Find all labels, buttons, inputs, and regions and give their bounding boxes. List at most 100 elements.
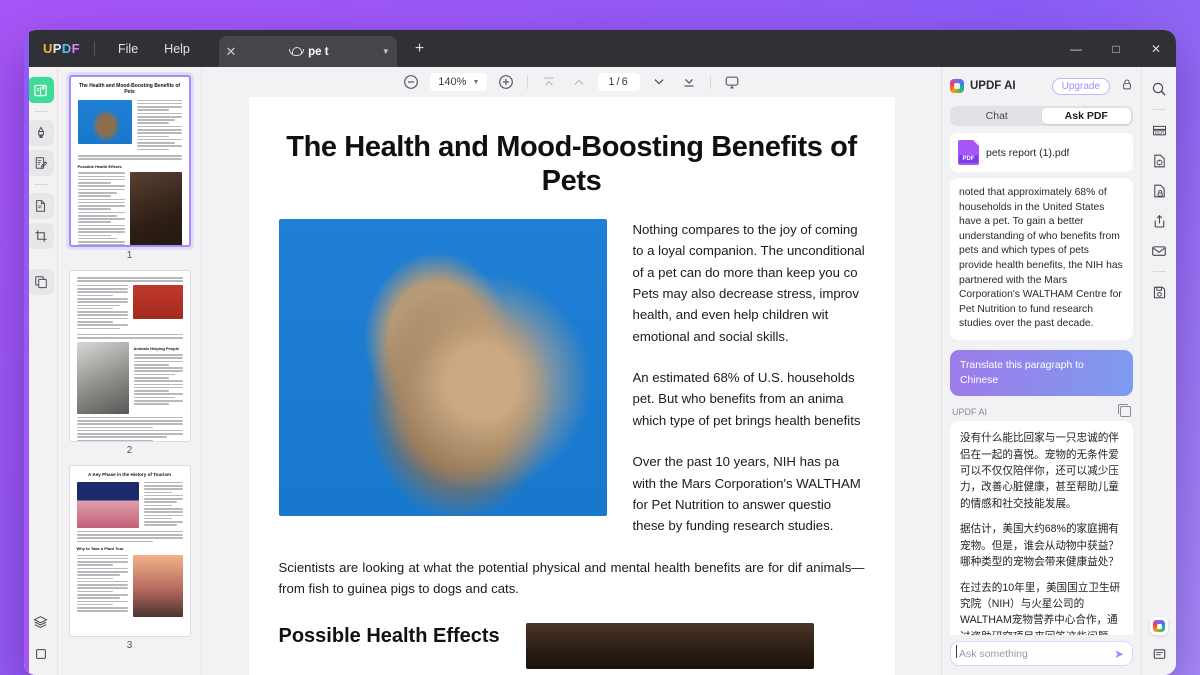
- mini-section: Why to Take a Plant Tour: [76, 546, 124, 552]
- answer-paragraph: 没有什么能比回家与一只忠诚的伴侣在一起的喜悦。宠物的无条件爱可以不仅仅陪伴你，还…: [960, 432, 1119, 510]
- tab-ask-pdf[interactable]: Ask PDF: [1041, 108, 1131, 124]
- sidebar-item-crop[interactable]: [27, 223, 54, 249]
- line: these by funding research studies.: [632, 518, 834, 534]
- sidebar-item-compare[interactable]: [27, 269, 54, 295]
- answer-paragraph: 据估计，美国大约68%的家庭拥有宠物。但是，谁会从动物中获益？哪种类型的宠物会带…: [960, 523, 1119, 569]
- copy-pages-icon: [34, 276, 47, 289]
- logo-u: U: [43, 41, 53, 56]
- divider: [709, 75, 711, 89]
- close-button[interactable]: ✕: [1136, 30, 1176, 67]
- thumbnail-panel[interactable]: The Health and Mood-Boosting Benefits of…: [58, 67, 202, 675]
- thumbnail-page-3[interactable]: A Key Phase in the History of Tourism Wh…: [68, 465, 191, 637]
- document-scroll-area[interactable]: The Health and Mood-Boosting Benefits of…: [202, 97, 941, 675]
- attached-file-card[interactable]: pets report (1).pdf: [950, 133, 1133, 172]
- next-page-icon[interactable]: [644, 74, 674, 90]
- send-icon[interactable]: ➤: [1114, 647, 1124, 661]
- close-icon[interactable]: ✕: [219, 44, 243, 60]
- line: Over the past 10 years, NIH has pa: [632, 454, 840, 470]
- lock-icon[interactable]: [1116, 78, 1133, 94]
- cloud-icon: [289, 47, 305, 56]
- thumbnail-item[interactable]: Animals Helping People 2: [68, 270, 191, 461]
- paragraph-1: Nothing compares to the joy of coming to…: [633, 219, 865, 347]
- copy-icon[interactable]: [1117, 403, 1131, 418]
- ask-input-placeholder[interactable]: Ask something: [956, 644, 1114, 660]
- user-message: Translate this paragraph to Chinese: [950, 350, 1133, 397]
- title-bar: UPDF File Help ✕ pe t ▼ + — □ ✕: [24, 30, 1176, 67]
- protect-document-icon[interactable]: [1149, 180, 1170, 201]
- body-column: Nothing compares to the joy of coming to…: [633, 219, 865, 551]
- divider: [94, 41, 96, 56]
- tab-chat[interactable]: Chat: [952, 108, 1042, 124]
- ai-panel: UPDF AI Upgrade Chat Ask PDF pets report…: [941, 67, 1141, 675]
- zoom-out-icon[interactable]: [396, 74, 426, 90]
- pdf-file-icon: [958, 140, 979, 165]
- pages-icon: [35, 200, 45, 212]
- quoted-text: noted that approximately 68% of househol…: [950, 178, 1133, 341]
- ocr-icon[interactable]: OCR: [1149, 120, 1170, 141]
- convert-document-icon[interactable]: [1149, 150, 1170, 171]
- minimize-button[interactable]: —: [1056, 30, 1096, 67]
- line: health, and even help children wit: [632, 307, 829, 323]
- sidebar-item-layers[interactable]: [28, 609, 54, 635]
- document-tab[interactable]: ✕ pe t ▼: [218, 36, 397, 67]
- mini-text-block: [133, 354, 183, 405]
- thumbnail-item[interactable]: The Health and Mood-Boosting Benefits of…: [68, 75, 191, 266]
- thumbnail-item[interactable]: A Key Phase in the History of Tourism Wh…: [68, 465, 191, 656]
- maximize-button[interactable]: □: [1096, 30, 1136, 67]
- viewer-toolbar: 140% ▼ 1/6: [202, 67, 941, 97]
- mini-page-3: A Key Phase in the History of Tourism Wh…: [70, 466, 190, 623]
- sidebar-item-organize[interactable]: [27, 193, 54, 219]
- email-icon[interactable]: [1149, 240, 1170, 261]
- book-reader-icon: [34, 84, 47, 96]
- line: Nothing compares to the joy of coming: [632, 221, 858, 237]
- sidebar-item-reader[interactable]: [27, 77, 54, 103]
- updf-ai-logo-icon[interactable]: [1150, 617, 1168, 635]
- page-number-input[interactable]: 1/6: [598, 73, 640, 91]
- sidebar-item-annotate[interactable]: [27, 150, 54, 176]
- previous-page-icon[interactable]: [564, 74, 594, 90]
- thumbnail-page-1[interactable]: The Health and Mood-Boosting Benefits of…: [68, 75, 191, 247]
- mini-text-block: [76, 554, 128, 617]
- ai-conversation[interactable]: pets report (1).pdf noted that approxima…: [942, 126, 1141, 635]
- save-icon[interactable]: [1149, 282, 1170, 303]
- sidebar-item-highlight[interactable]: [27, 120, 54, 146]
- first-page-icon[interactable]: [534, 74, 564, 90]
- thumbnail-page-2[interactable]: Animals Helping People: [68, 270, 191, 442]
- mini-title: The Health and Mood-Boosting Benefits of…: [78, 83, 181, 96]
- answer-author-row: UPDF AI: [952, 403, 1131, 418]
- section-heading: Possible Health Effects: [278, 625, 500, 648]
- new-tab-button[interactable]: +: [409, 38, 430, 60]
- section-row: Possible Health Effects: [278, 599, 865, 670]
- app-body: The Health and Mood-Boosting Benefits of…: [24, 67, 1176, 675]
- panel-icon: [35, 649, 46, 659]
- search-icon[interactable]: [1149, 78, 1170, 99]
- last-page-icon[interactable]: [674, 74, 704, 90]
- ai-mode-tabs[interactable]: Chat Ask PDF: [950, 106, 1133, 126]
- document-page: The Health and Mood-Boosting Benefits of…: [248, 97, 895, 675]
- zoom-in-icon[interactable]: [491, 74, 521, 90]
- mini-col: Animals Helping People: [133, 342, 183, 414]
- paragraph-full-width: Scientists are looking at what the poten…: [278, 559, 865, 597]
- mini-text-block: [76, 333, 183, 339]
- line: to a loyal companion. The unconditional: [632, 243, 865, 259]
- divider: [1152, 271, 1166, 272]
- line: of a pet can do more than keep you co: [632, 264, 858, 280]
- menu-help[interactable]: Help: [151, 36, 203, 62]
- ask-input-bar[interactable]: Ask something ➤: [950, 641, 1133, 666]
- chevron-down-icon[interactable]: ▼: [375, 47, 397, 56]
- comment-list-icon[interactable]: [1149, 644, 1170, 665]
- share-icon[interactable]: [1149, 210, 1170, 231]
- mini-cat-image: [77, 99, 132, 144]
- tab-label: pe t: [308, 45, 329, 58]
- zoom-level-select[interactable]: 140% ▼: [430, 73, 488, 91]
- upgrade-button[interactable]: Upgrade: [1051, 77, 1110, 95]
- sidebar-item-panel-toggle[interactable]: [28, 641, 54, 667]
- line: for Pet Nutrition to answer questio: [632, 496, 832, 512]
- mini-text-block: [143, 481, 183, 528]
- page-title: The Health and Mood-Boosting Benefits of…: [286, 131, 857, 197]
- menu-file[interactable]: File: [105, 36, 151, 62]
- mini-text-block: [76, 416, 183, 441]
- logo-d: D: [61, 41, 72, 56]
- presentation-icon[interactable]: [717, 74, 747, 90]
- marker-pen-icon: [37, 126, 44, 138]
